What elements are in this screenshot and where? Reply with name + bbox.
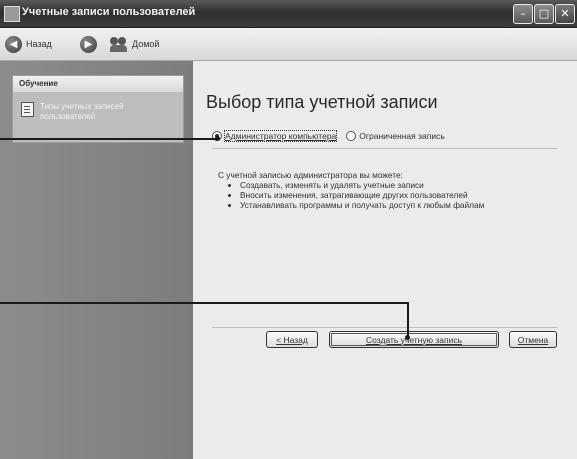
- maximize-button[interactable]: □: [534, 4, 554, 24]
- document-icon: [21, 102, 34, 117]
- account-type-options: Администратор компьютера Ограниченная за…: [212, 130, 445, 142]
- home-nav-label: Домой: [132, 39, 160, 49]
- sidebar: Обучение Типы учетных записей пользовате…: [0, 61, 193, 459]
- cancel-button[interactable]: Отмена: [509, 331, 557, 348]
- description-intro: С учетной записью администратора вы може…: [218, 170, 403, 180]
- create-account-label: Создать учетную запись: [365, 334, 462, 345]
- radio-limited[interactable]: Ограниченная запись: [346, 131, 445, 141]
- create-account-button[interactable]: Создать учетную запись: [329, 331, 499, 348]
- cancel-button-label: Отмена: [517, 334, 549, 345]
- window-title: Учетные записи пользователей: [22, 6, 196, 18]
- capability-list: Создавать, изменять и удалять учетные за…: [218, 180, 558, 210]
- radio-limited-dot[interactable]: [346, 131, 357, 141]
- learn-about-panel: Обучение Типы учетных записей пользовате…: [12, 75, 184, 143]
- back-nav-label: Назад: [26, 39, 52, 49]
- sidebar-link-label: Типы учетных записей пользователей: [40, 102, 124, 121]
- radio-administrator-label[interactable]: Администратор компьютера: [223, 130, 338, 142]
- capability-item: Вносить изменения, затрагивающие других …: [240, 190, 558, 200]
- user-accounts-window: Учетные записи пользователей – □ ✕ ◀ Наз…: [0, 0, 577, 459]
- radio-limited-label[interactable]: Ограниченная запись: [359, 131, 445, 141]
- sidebar-link-account-types[interactable]: Типы учетных записей пользователей: [21, 102, 181, 122]
- learn-about-title: Обучение: [13, 76, 183, 92]
- back-nav-button[interactable]: ◀ Назад: [5, 34, 52, 54]
- radio-administrator[interactable]: Администратор компьютера: [212, 130, 338, 142]
- title-bar[interactable]: Учетные записи пользователей – □ ✕: [0, 0, 577, 28]
- users-icon: [110, 36, 128, 52]
- back-arrow-icon: ◀: [5, 35, 22, 53]
- forward-arrow-icon: ▶: [80, 35, 97, 53]
- callout-line-radio: [0, 138, 217, 140]
- callout-line-create-horizontal: [0, 302, 408, 304]
- minimize-button[interactable]: –: [513, 4, 533, 24]
- account-description: С учетной записью администратора вы може…: [218, 170, 558, 210]
- divider-top: [212, 148, 557, 149]
- toolbar: ◀ Назад ▶ Домой: [0, 28, 577, 61]
- home-nav-button[interactable]: Домой: [110, 34, 159, 54]
- back-button-label: < Назад: [276, 334, 308, 345]
- forward-nav-button[interactable]: ▶: [80, 34, 97, 54]
- window-icon: [4, 6, 20, 22]
- divider-bottom: [212, 327, 557, 328]
- close-button[interactable]: ✕: [555, 4, 575, 24]
- capability-item: Создавать, изменять и удалять учетные за…: [240, 180, 558, 190]
- capability-item: Устанавливать программы и получать досту…: [240, 200, 558, 210]
- callout-line-create-vertical: [407, 302, 409, 337]
- main-content: Выбор типа учетной записи Администратор …: [193, 61, 577, 459]
- back-button[interactable]: < Назад: [266, 331, 318, 348]
- page-title: Выбор типа учетной записи: [206, 92, 438, 112]
- callout-dot-create: [405, 335, 410, 340]
- callout-dot-radio: [215, 136, 220, 141]
